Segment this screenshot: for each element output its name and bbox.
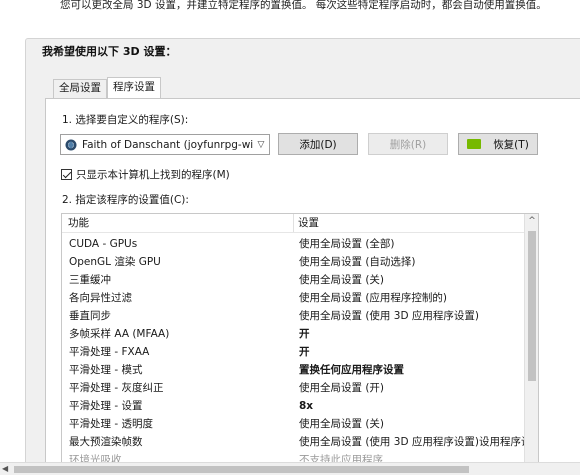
- horizontal-scrollbar[interactable]: ◀: [0, 462, 580, 475]
- feature-cell: 平滑处理 - 模式: [69, 364, 143, 376]
- filter-checkbox-row[interactable]: 只显示本计算机上找到的程序(M): [61, 167, 230, 182]
- table-row[interactable]: OpenGL 渲染 GPU 使用全局设置 (自动选择): [62, 253, 526, 271]
- setting-cell[interactable]: 使用全局设置 (关): [299, 271, 526, 289]
- table-row[interactable]: 多帧采样 AA (MFAA) 开: [62, 325, 526, 343]
- feature-cell: 垂直同步: [69, 310, 111, 322]
- feature-cell: 三重缓冲: [69, 274, 111, 286]
- setting-cell[interactable]: 开: [299, 343, 526, 361]
- tab-program-settings[interactable]: 程序设置: [107, 77, 161, 98]
- feature-cell: 平滑处理 - 设置: [69, 400, 143, 412]
- restore-button[interactable]: 恢复(T): [458, 133, 538, 155]
- vertical-scrollbar[interactable]: ^: [524, 214, 538, 474]
- scroll-up-icon[interactable]: ^: [525, 216, 538, 226]
- table-row[interactable]: 平滑处理 - 设置 8x: [62, 397, 526, 415]
- scroll-left-icon[interactable]: ◀: [2, 463, 8, 475]
- table-row[interactable]: 平滑处理 - 灰度纠正 使用全局设置 (开): [62, 379, 526, 397]
- tab-bar: 全局设置 程序设置: [53, 77, 161, 98]
- setting-cell[interactable]: 使用全局设置 (开): [299, 379, 526, 397]
- selected-program: Faith of Danschant (joyfunrpg-wi...: [82, 138, 253, 151]
- feature-cell: 平滑处理 - FXAA: [69, 346, 150, 358]
- filter-checkbox[interactable]: [61, 169, 72, 180]
- table-row[interactable]: 平滑处理 - FXAA 开: [62, 343, 526, 361]
- feature-cell: 多帧采样 AA (MFAA): [69, 328, 170, 340]
- feature-cell: 平滑处理 - 灰度纠正: [69, 382, 164, 394]
- program-icon: [65, 139, 77, 150]
- setting-cell[interactable]: 使用全局设置 (关): [299, 415, 526, 433]
- feature-cell: 最大预渲染帧数: [69, 436, 143, 448]
- program-dropdown[interactable]: Faith of Danschant (joyfunrpg-wi... ▽: [60, 134, 270, 155]
- setting-cell[interactable]: 使用全局设置 (使用 3D 应用程序设置)设用程序设: [299, 433, 526, 451]
- feature-cell: OpenGL 渲染 GPU: [69, 256, 161, 268]
- setting-cell[interactable]: 使用全局设置 (全部): [299, 235, 526, 253]
- table-row[interactable]: 各向异性过滤 使用全局设置 (应用程序控制的): [62, 289, 526, 307]
- setting-cell[interactable]: 8x: [299, 397, 526, 415]
- column-header-feature[interactable]: 功能: [62, 214, 294, 232]
- settings-label: 2. 指定该程序的设置值(C):: [62, 194, 189, 206]
- add-button[interactable]: 添加(D): [278, 133, 358, 155]
- grid-header: 功能 设置: [62, 214, 526, 233]
- feature-cell: 各向异性过滤: [69, 292, 132, 304]
- setting-cell[interactable]: 使用全局设置 (自动选择): [299, 253, 526, 271]
- panel-title: 我希望使用以下 3D 设置：: [42, 45, 177, 58]
- feature-cell: 平滑处理 - 透明度: [69, 418, 153, 430]
- scroll-thumb[interactable]: [528, 231, 536, 381]
- select-program-label: 1. 选择要自定义的程序(S):: [62, 114, 189, 126]
- setting-cell[interactable]: 使用全局设置 (应用程序控制的): [299, 289, 526, 307]
- chevron-down-icon: ▽: [257, 139, 265, 150]
- table-row[interactable]: 平滑处理 - 模式 置换任何应用程序设置: [62, 361, 526, 379]
- page-description: 您可以更改全局 3D 设置，并建立特定程序的置换值。 每次这些特定程序启动时，都…: [60, 0, 547, 11]
- nvidia-icon: [467, 139, 482, 149]
- setting-cell[interactable]: 开: [299, 325, 526, 343]
- settings-grid: 功能 设置 CUDA - GPUs 使用全局设置 (全部) OpenGL 渲染 GP…: [61, 213, 539, 475]
- table-row[interactable]: 平滑处理 - 透明度 使用全局设置 (关): [62, 415, 526, 433]
- filter-checkbox-label: 只显示本计算机上找到的程序(M): [76, 169, 230, 181]
- settings-rows: CUDA - GPUs 使用全局设置 (全部) OpenGL 渲染 GPU 使用全局设…: [62, 235, 526, 469]
- table-row[interactable]: 垂直同步 使用全局设置 (使用 3D 应用程序设置): [62, 307, 526, 325]
- column-header-setting[interactable]: 设置: [294, 214, 319, 232]
- setting-cell[interactable]: 置换任何应用程序设置: [299, 361, 526, 379]
- horizontal-scroll-thumb[interactable]: [14, 466, 469, 473]
- table-row[interactable]: 最大预渲染帧数 使用全局设置 (使用 3D 应用程序设置)设用程序设: [62, 433, 526, 451]
- tab-global-settings[interactable]: 全局设置: [53, 79, 107, 98]
- delete-button[interactable]: 删除(R): [368, 133, 448, 155]
- restore-button-label: 恢复(T): [493, 138, 529, 151]
- feature-cell: CUDA - GPUs: [69, 238, 138, 250]
- table-row[interactable]: 三重缓冲 使用全局设置 (关): [62, 271, 526, 289]
- setting-cell[interactable]: 使用全局设置 (使用 3D 应用程序设置): [299, 307, 526, 325]
- table-row[interactable]: CUDA - GPUs 使用全局设置 (全部): [62, 235, 526, 253]
